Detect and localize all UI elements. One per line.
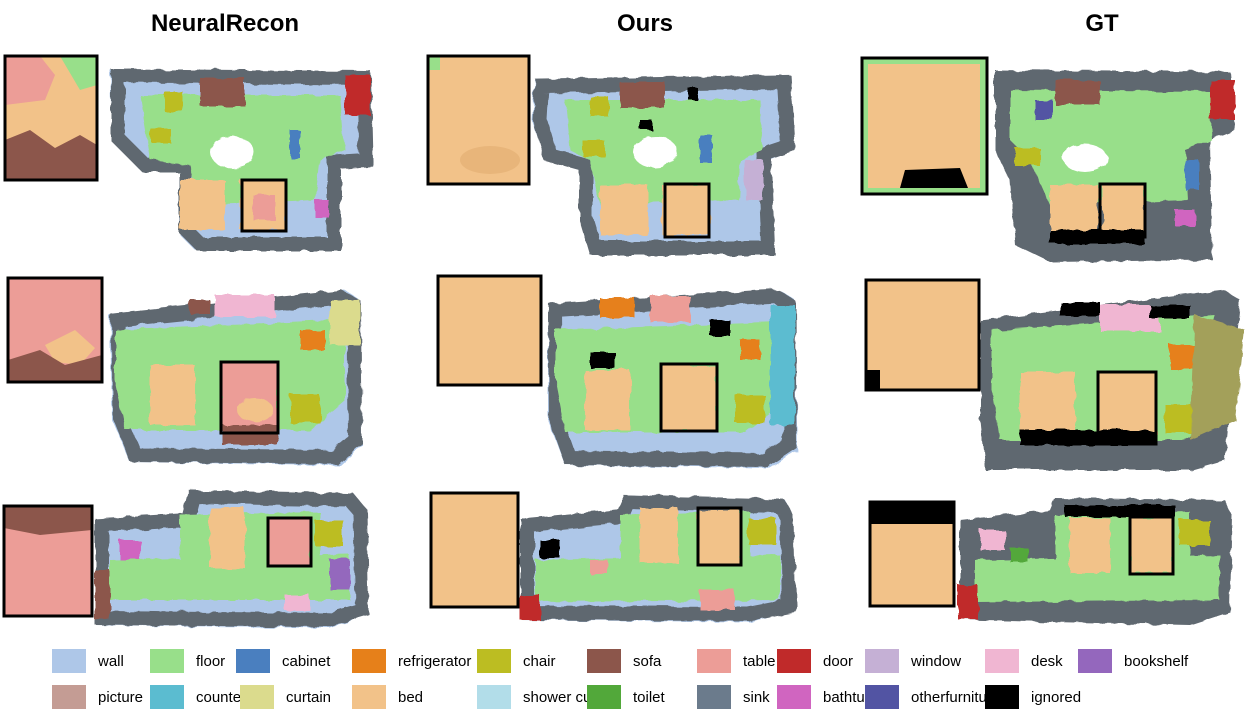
legend-swatch — [985, 685, 1019, 709]
scene-gt-row1 — [995, 70, 1235, 262]
legend-swatch — [150, 649, 184, 673]
legend-swatch — [587, 649, 621, 673]
legend-label: door — [823, 652, 854, 670]
legend-label: sink — [743, 688, 770, 706]
legend-label: desk — [1031, 652, 1063, 670]
zoom-inset-ours-row3 — [429, 491, 520, 609]
legend-label: cabinet — [282, 652, 331, 670]
legend-swatch — [587, 685, 621, 709]
legend-label: picture — [98, 688, 144, 706]
legend-item-wall: wall — [52, 648, 124, 674]
legend-label: bookshelf — [1124, 652, 1189, 670]
zoom-inset-ours-row2 — [436, 274, 543, 387]
legend-swatch — [777, 685, 811, 709]
legend-swatch — [865, 649, 899, 673]
legend-item-chair: chair — [477, 648, 556, 674]
scene-ours-row3 — [520, 494, 797, 622]
legend-swatch — [52, 685, 86, 709]
legend-label: refrigerator — [398, 652, 472, 670]
reconstruction-figure — [2, 54, 1245, 628]
legend-swatch — [352, 649, 386, 673]
scene-neuralrecon-row2 — [110, 289, 363, 465]
legend-item-bookshelf: bookshelf — [1078, 648, 1188, 674]
scene-gt-row3 — [958, 498, 1232, 625]
legend-swatch — [1078, 649, 1112, 673]
legend-swatch — [477, 649, 511, 673]
legend: wall floor cabinet refrigerator chair sofa tab… — [0, 640, 1252, 718]
legend-swatch — [240, 685, 274, 709]
legend-item-otherfurniture: otherfurniture — [865, 684, 1000, 710]
legend-label: wall — [98, 652, 124, 670]
legend-item-bathtub: bathtub — [777, 684, 873, 710]
legend-swatch — [52, 649, 86, 673]
legend-label: sofa — [633, 652, 662, 670]
legend-label: table — [743, 652, 776, 670]
legend-item-sink: sink — [697, 684, 770, 710]
legend-swatch — [150, 685, 184, 709]
legend-label: curtain — [286, 688, 332, 706]
legend-item-toilet: toilet — [587, 684, 665, 710]
legend-swatch — [777, 649, 811, 673]
legend-item-desk: desk — [985, 648, 1063, 674]
legend-swatch — [236, 649, 270, 673]
legend-swatch — [865, 685, 899, 709]
legend-item-bed: bed — [352, 684, 423, 710]
legend-swatch — [477, 685, 511, 709]
legend-label: ignored — [1031, 688, 1082, 706]
legend-item-window: window — [865, 648, 961, 674]
zoom-inset-gt-row2 — [864, 278, 981, 392]
legend-label: window — [911, 652, 962, 670]
legend-item-sofa: sofa — [587, 648, 661, 674]
legend-item-picture: picture — [52, 684, 143, 710]
legend-item-table: table — [697, 648, 776, 674]
zoom-inset-neuralrecon-row2 — [6, 276, 104, 384]
scene-ours-row2 — [547, 288, 798, 468]
legend-item-refrigerator: refrigerator — [352, 648, 471, 674]
legend-label: toilet — [633, 688, 665, 706]
legend-swatch — [697, 685, 731, 709]
zoom-inset-neuralrecon-row1 — [3, 54, 99, 182]
legend-swatch — [985, 649, 1019, 673]
scene-neuralrecon-row3 — [95, 489, 370, 628]
legend-item-ignored: ignored — [985, 684, 1081, 710]
legend-label: floor — [196, 652, 226, 670]
zoom-inset-gt-row1 — [860, 56, 989, 196]
legend-swatch — [697, 649, 731, 673]
legend-label: chair — [523, 652, 556, 670]
zoom-inset-ours-row1 — [426, 54, 531, 186]
legend-item-curtain: curtain — [240, 684, 331, 710]
legend-item-door: door — [777, 648, 853, 674]
legend-item-floor: floor — [150, 648, 225, 674]
zoom-inset-neuralrecon-row3 — [2, 504, 94, 618]
legend-swatch — [352, 685, 386, 709]
legend-item-cabinet: cabinet — [236, 648, 330, 674]
legend-label: counter — [196, 688, 247, 706]
zoom-inset-gt-row3 — [868, 500, 956, 608]
legend-label: bed — [398, 688, 424, 706]
legend-item-counter: counter — [150, 684, 246, 710]
